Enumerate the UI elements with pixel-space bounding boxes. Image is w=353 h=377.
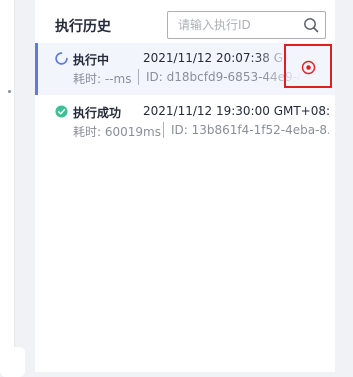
left-panel-marker [8,90,11,93]
execution-item-running[interactable]: 执行中 2021/11/12 20:07:38 GMT+08:00 耗时: --… [35,43,335,95]
execution-time: 2021/11/12 20:07:38 GMT+08:00 [143,51,293,65]
search-box[interactable] [167,11,326,39]
execution-time: 2021/11/12 19:30:00 GMT+08:00 [143,104,329,118]
panel-title: 执行历史 [55,19,111,35]
loading-icon [55,52,68,65]
divider [138,69,139,85]
bottom-left-card [0,347,25,377]
panel-header: 执行历史 [35,9,335,43]
execution-id: ID: 13b861f4-1f52-4eba-8... [171,123,329,137]
execution-status: 执行中 [73,53,110,67]
execution-status: 执行成功 [73,106,122,120]
stop-execution-highlight[interactable] [284,44,332,88]
left-side-panel [0,0,15,372]
success-check-icon [55,105,68,118]
search-input[interactable] [168,12,296,38]
execution-item-success[interactable]: 执行成功 2021/11/12 19:30:00 GMT+08:00 耗时: 6… [35,96,335,148]
search-icon[interactable] [303,17,319,33]
stop-icon[interactable] [301,60,316,75]
execution-duration: 耗时: 60019ms [73,125,161,139]
execution-duration: 耗时: --ms [73,72,132,86]
execution-history-panel: 执行历史 执行中 2021/11/12 20:07:38 GMT+08:00 耗… [35,0,335,372]
divider [163,122,164,138]
execution-id: ID: d18bcfd9-6853-44e9-8b5f [146,70,306,84]
